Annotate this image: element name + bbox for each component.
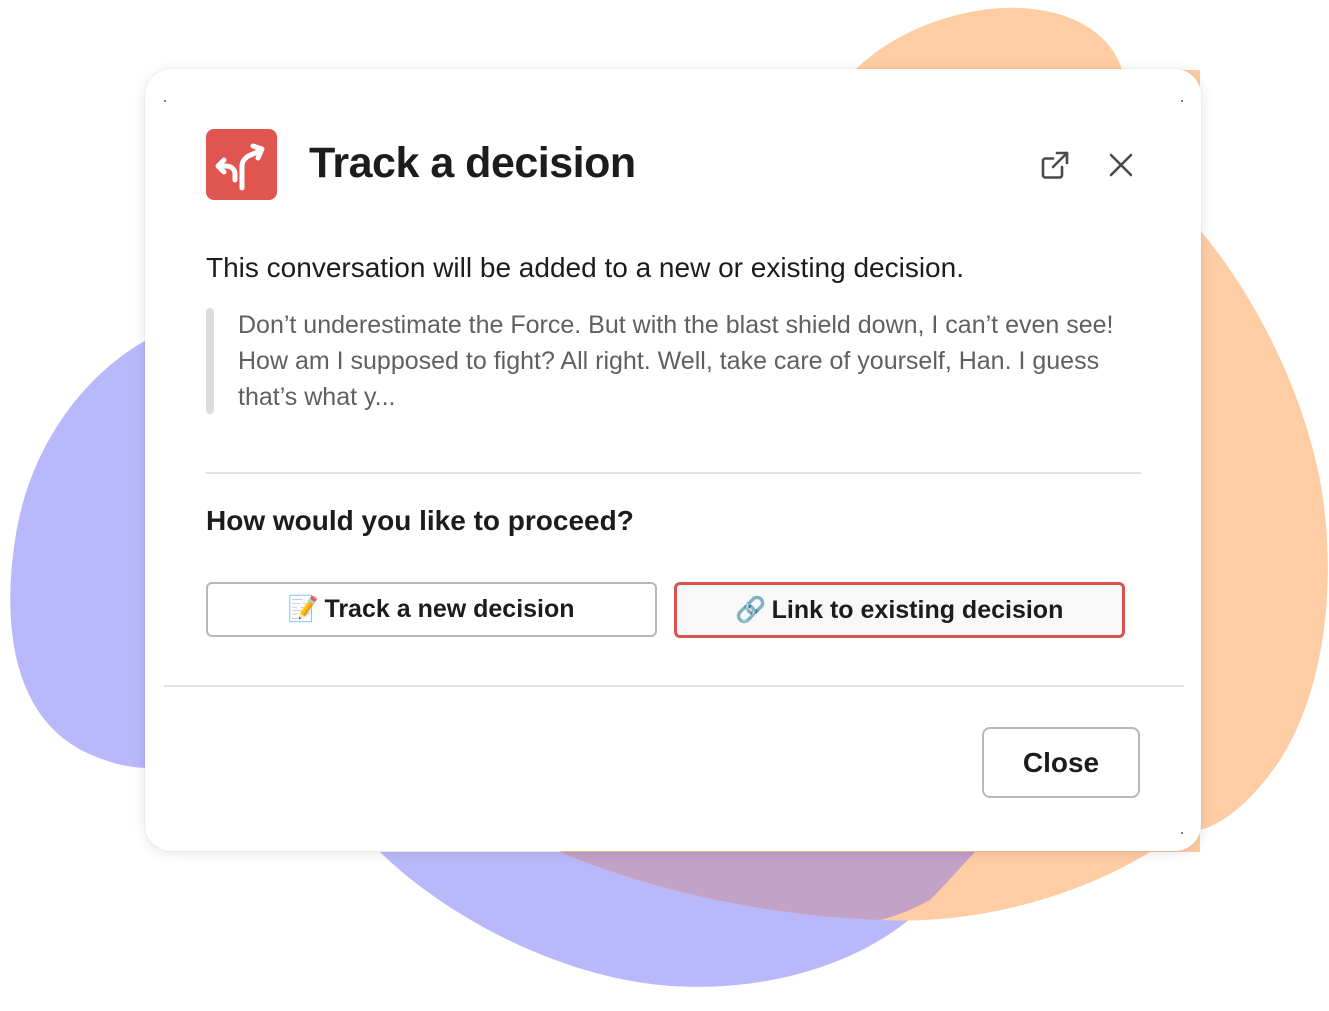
proceed-question: How would you like to proceed? [206,505,634,536]
divider [206,472,1141,474]
fork-arrows-icon [206,129,277,200]
external-link-icon[interactable] [1037,147,1073,183]
footer-divider [164,685,1184,687]
quote-bar [206,308,214,414]
corner-dot [1181,100,1183,102]
link-existing-decision-button[interactable]: 🔗 Link to existing decision [674,582,1125,638]
memo-icon: 📝 [287,595,320,623]
dialog: Track a decision This conversation will … [145,69,1201,851]
track-new-decision-button[interactable]: 📝 Track a new decision [206,582,657,637]
quote-text: Don’t underestimate the Force. But with … [238,311,1114,411]
corner-dot [164,100,166,102]
close-button[interactable]: Close [982,727,1140,798]
track-new-decision-label: Track a new decision [324,595,575,623]
dialog-description: This conversation will be added to a new… [206,252,964,283]
corner-dot [1181,832,1183,834]
dialog-title: Track a decision [309,139,636,187]
link-existing-decision-label: Link to existing decision [771,595,1064,624]
page: Track a decision This conversation will … [0,0,1329,1011]
close-icon[interactable] [1103,147,1139,183]
link-icon: 🔗 [735,595,767,624]
conversation-quote: Don’t underestimate the Force. But with … [206,308,1136,414]
